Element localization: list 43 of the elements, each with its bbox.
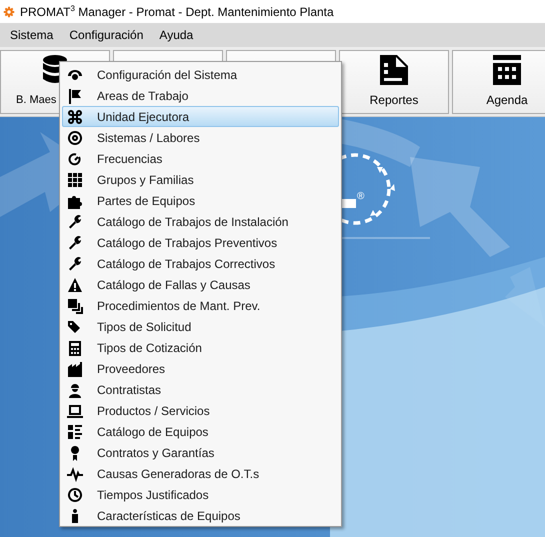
menu-item[interactable]: Unidad Ejecutora <box>62 106 339 127</box>
menu-item[interactable]: Catálogo de Fallas y Causas <box>62 274 339 295</box>
pulse-icon <box>67 466 83 482</box>
menu-item[interactable]: Proveedores <box>62 358 339 379</box>
menu-item[interactable]: Tiempos Justificados <box>62 484 339 505</box>
target-icon <box>67 130 83 146</box>
clock-icon <box>67 486 83 502</box>
calculator-icon <box>67 340 83 356</box>
warning-icon <box>67 276 83 292</box>
toolbar-button[interactable]: Reportes <box>339 50 449 114</box>
menu-item[interactable]: Tipos de Cotización <box>62 337 339 358</box>
grid-icon <box>67 172 83 188</box>
menu-item[interactable]: Catálogo de Trabajos Correctivos <box>62 253 339 274</box>
wrench-icon <box>67 234 83 250</box>
menu-item[interactable]: Catálogo de Equipos <box>62 421 339 442</box>
toolbar-button[interactable]: Agenda <box>452 50 545 114</box>
laptop-icon <box>67 402 83 418</box>
report-icon <box>380 55 408 85</box>
menu-item[interactable]: Tipos de Solicitud <box>62 316 339 337</box>
menu-item[interactable]: Configuración <box>61 25 152 45</box>
wrench-icon <box>67 214 83 230</box>
menu-item[interactable]: Causas Generadoras de O.T.s <box>62 463 339 484</box>
layers-icon <box>67 298 83 314</box>
menu-item[interactable]: Contratos y Garantías <box>62 442 339 463</box>
calendar-icon <box>493 55 521 85</box>
menu-item[interactable]: Procedimientos de Mant. Prev. <box>62 295 339 316</box>
flag-icon <box>67 88 83 104</box>
menu-item[interactable]: Ayuda <box>151 25 202 45</box>
menu-item[interactable]: Sistema <box>2 25 62 45</box>
list-icon <box>67 424 83 440</box>
menu-item[interactable]: Contratistas <box>62 379 339 400</box>
menu-item[interactable]: Catálogo de Trabajos Preventivos <box>62 232 339 253</box>
gear-icon <box>2 4 16 18</box>
timer-icon <box>67 150 83 166</box>
window-title: PROMAT$^{3}$ Manager - Promat - Dept. Mantenimiento Planta <box>20 4 334 19</box>
command-icon <box>67 108 83 124</box>
wrench-icon <box>67 256 83 272</box>
menu-item[interactable]: Características de Equipos <box>62 505 339 526</box>
menu-item[interactable]: Sistemas / Labores <box>62 127 339 148</box>
worker-icon <box>67 382 83 398</box>
factory-icon <box>67 360 83 376</box>
tag-icon <box>67 318 83 334</box>
menu-item[interactable]: Productos / Servicios <box>62 400 339 421</box>
